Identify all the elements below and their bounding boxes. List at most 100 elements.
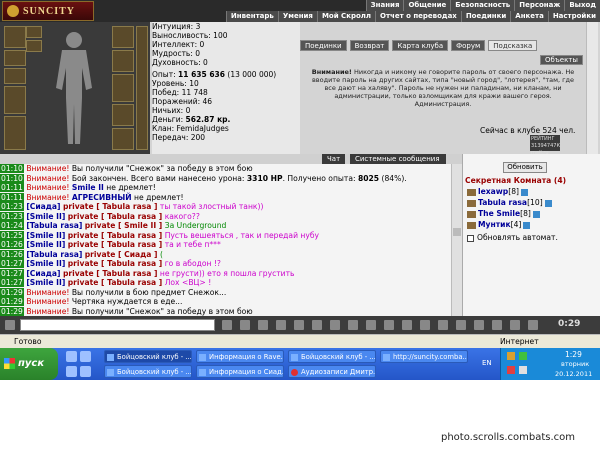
return-button[interactable]: Возврат [349, 40, 390, 51]
tray-icon[interactable] [519, 352, 527, 360]
chat-scrollbar[interactable] [451, 164, 462, 316]
message-sender[interactable]: [Smile II] [26, 278, 65, 287]
equip-slot-gloves[interactable] [112, 26, 134, 48]
menu-duels[interactable]: Поединки [460, 11, 511, 22]
message-time[interactable]: 01:27 [0, 259, 24, 268]
message-time[interactable]: 01:10 [0, 164, 24, 173]
message-sender[interactable]: Smile II [72, 183, 104, 192]
info-icon[interactable] [544, 199, 552, 207]
emote-icon[interactable] [330, 320, 340, 330]
info-icon[interactable] [532, 210, 540, 218]
message-time[interactable]: 01:23 [0, 211, 24, 221]
menu-communication[interactable]: Общение [403, 0, 451, 11]
user-name[interactable]: Мунтик [478, 220, 511, 229]
smile-icon[interactable] [240, 320, 250, 330]
menu-my-scroll[interactable]: Мой Скролл [316, 11, 376, 22]
tray-icon[interactable] [519, 366, 527, 374]
clear-chat-icon[interactable] [294, 320, 304, 330]
taskbar-button[interactable]: Бойцовский клуб - ... [288, 350, 376, 363]
equip-slot-helmet[interactable] [4, 26, 26, 48]
attack-icon[interactable] [420, 320, 430, 330]
message-recipient[interactable]: private [ Tabula rasa ] [68, 231, 163, 240]
message-sender[interactable]: [Smile II] [26, 231, 65, 240]
chat-mode-icon[interactable] [5, 320, 15, 330]
equip-slot-boots[interactable] [112, 128, 134, 150]
equip-slot-belt[interactable] [136, 26, 148, 150]
fight-icon[interactable] [276, 320, 286, 330]
menu-settings[interactable]: Настройки [547, 11, 600, 22]
settings-icon[interactable] [528, 320, 538, 330]
menu-skills[interactable]: Умения [277, 11, 317, 22]
map-icon[interactable] [492, 320, 502, 330]
user-name[interactable]: The Smile [478, 209, 520, 218]
taskbar-button[interactable]: Информация о Сиад... [196, 365, 284, 378]
rating-counter[interactable]: РЕЙТИНГ 31394747К mail.ru [530, 135, 560, 156]
help-icon[interactable] [438, 320, 448, 330]
room-user[interactable]: lexawp[8] [467, 187, 528, 196]
objects-button[interactable]: Объекты [540, 55, 583, 65]
message-sender[interactable]: [Сиада] [26, 269, 60, 278]
transfer-icon[interactable] [384, 320, 394, 330]
bag-icon[interactable] [474, 320, 484, 330]
suncity-logo[interactable]: SUNCITY [2, 1, 94, 21]
message-recipient[interactable]: private [ Tabula rasa ] [68, 212, 163, 221]
message-sender[interactable]: [Tabula rasa] [26, 221, 82, 230]
message-time[interactable]: 01:27 [0, 278, 24, 287]
chat-input[interactable] [20, 319, 215, 331]
menu-inventory[interactable]: Инвентарь [225, 11, 278, 22]
quicklaunch-folder-icon[interactable] [80, 366, 91, 377]
translit-icon[interactable] [312, 320, 322, 330]
trade-icon[interactable] [366, 320, 376, 330]
taskbar-button[interactable]: Аудиозаписи Дмитр... [288, 365, 376, 378]
message-time[interactable]: 01:27 [0, 268, 24, 278]
menu-character[interactable]: Персонаж [514, 0, 565, 11]
message-sender[interactable]: [Smile II] [26, 259, 65, 268]
message-time[interactable]: 01:11 [0, 192, 24, 202]
equip-slot-bracers[interactable] [112, 50, 134, 72]
menu-profile[interactable]: Анкета [510, 11, 548, 22]
tray-icon[interactable] [507, 366, 515, 374]
quicklaunch-desktop-icon[interactable] [80, 351, 91, 362]
auto-update-checkbox[interactable] [467, 234, 474, 242]
equip-slot-amulet[interactable] [4, 68, 26, 84]
message-recipient[interactable]: private [ Сиада ] [85, 250, 158, 259]
quicklaunch-browser-icon[interactable] [66, 351, 77, 362]
room-user[interactable]: Мунтик[4] [467, 220, 531, 229]
start-button[interactable]: пуск [0, 348, 58, 380]
equip-slot-legs[interactable] [112, 104, 134, 126]
auto-update-toggle[interactable]: Обновлять автомат. [467, 233, 558, 242]
room-user[interactable]: The Smile[8] [467, 209, 540, 218]
message-recipient[interactable]: private [ Tabula rasa ] [68, 278, 163, 287]
message-recipient[interactable]: private [ Tabula rasa ] [68, 259, 163, 268]
message-time[interactable]: 01:10 [0, 173, 24, 183]
send-icon[interactable] [222, 320, 232, 330]
message-time[interactable]: 01:29 [0, 287, 24, 297]
user-name[interactable]: lexawp [478, 187, 508, 196]
taskbar-button[interactable]: Информация о Rave... [196, 350, 284, 363]
equip-slot-ring-2[interactable] [26, 40, 42, 52]
club-map-button[interactable]: Карта клуба [392, 40, 449, 51]
info-icon[interactable] [521, 188, 528, 196]
message-time[interactable]: 01:11 [0, 183, 24, 192]
sound-icon[interactable] [510, 320, 520, 330]
refresh-button[interactable]: Обновить [503, 162, 547, 173]
scroll-thumb[interactable] [453, 228, 461, 236]
forum-button[interactable]: Форум [451, 40, 486, 51]
message-recipient[interactable]: private [ Tabula rasa ] [68, 240, 163, 249]
page-scrollbar[interactable] [586, 22, 598, 154]
gift-icon[interactable] [348, 320, 358, 330]
message-recipient[interactable]: private [ Tabula rasa ] [63, 202, 158, 211]
message-sender[interactable]: [Smile II] [26, 212, 65, 221]
taskbar-button[interactable]: http://suncity.comba... [380, 350, 468, 363]
menu-security[interactable]: Безопасность [450, 0, 515, 11]
language-indicator[interactable]: EN [482, 359, 492, 367]
equip-slot-earrings[interactable] [4, 50, 26, 66]
message-sender[interactable]: [Smile II] [26, 240, 65, 249]
message-time[interactable]: 01:26 [0, 249, 24, 259]
duels-button[interactable]: Поединки [300, 40, 347, 51]
menu-exit[interactable]: Выход [564, 0, 600, 11]
message-sender[interactable]: [Сиада] [26, 202, 60, 211]
message-time[interactable]: 01:29 [0, 297, 24, 306]
equip-slot-shield[interactable] [112, 74, 134, 102]
user-name[interactable]: Tabula rasa [478, 198, 527, 207]
